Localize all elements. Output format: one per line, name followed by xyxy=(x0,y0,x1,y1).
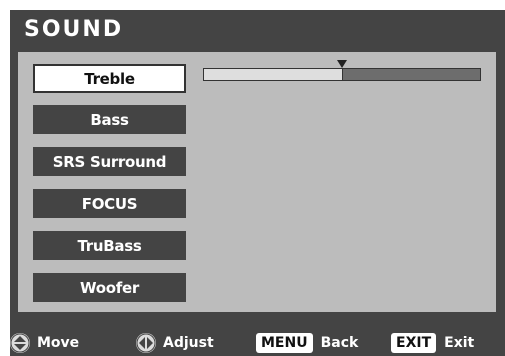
menu-key: MENU xyxy=(256,333,313,353)
sound-settings-panel: Treble Bass SRS Surround FOCUS TruBass W… xyxy=(18,52,496,312)
up-down-arrows-icon xyxy=(10,333,30,353)
sound-menu-screen: SOUND Treble Bass SRS Surround FOCUS Tru… xyxy=(10,10,505,356)
menu-item-srs-surround[interactable]: SRS Surround xyxy=(33,147,186,176)
hint-exit: EXIT Exit xyxy=(391,330,474,356)
hint-back: MENU Back xyxy=(256,330,358,356)
menu-item-bass[interactable]: Bass xyxy=(33,105,186,134)
treble-level-fill xyxy=(204,69,343,80)
exit-label: Exit xyxy=(444,335,475,351)
button-hint-bar: Move Adjust MENU Back EXIT Exit xyxy=(10,330,505,356)
adjust-label: Adjust xyxy=(163,335,214,351)
move-label: Move xyxy=(37,335,80,351)
menu-item-trubass[interactable]: TruBass xyxy=(33,231,186,260)
left-right-arrows-icon xyxy=(136,333,156,353)
menu-item-woofer[interactable]: Woofer xyxy=(33,273,186,302)
menu-item-focus[interactable]: FOCUS xyxy=(33,189,186,218)
treble-level-slider[interactable] xyxy=(203,60,481,81)
back-label: Back xyxy=(320,335,359,351)
exit-key: EXIT xyxy=(391,333,437,353)
hint-adjust: Adjust xyxy=(136,330,214,356)
treble-level-marker xyxy=(337,60,347,68)
menu-title: SOUND xyxy=(24,17,124,42)
menu-item-treble[interactable]: Treble xyxy=(33,64,186,93)
hint-move: Move xyxy=(10,330,79,356)
